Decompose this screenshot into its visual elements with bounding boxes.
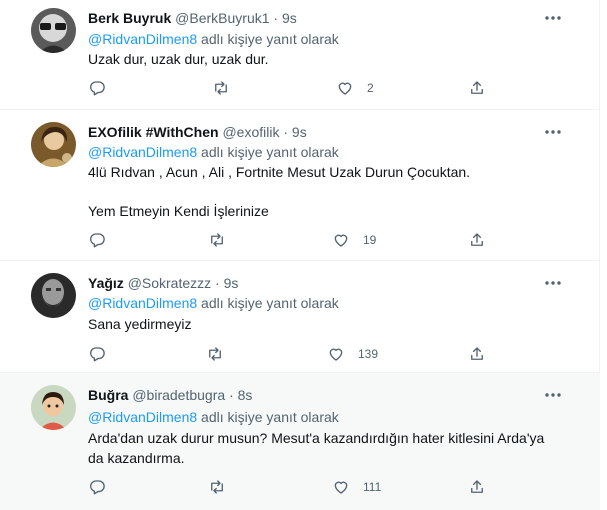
reply-button[interactable] (88, 230, 119, 250)
share-button[interactable] (468, 344, 486, 364)
reply-bubble-icon (90, 347, 105, 362)
reply-bubble-icon (90, 233, 105, 248)
tweet-text-line: da kazandırma. (88, 450, 185, 466)
share-upload-icon (471, 480, 483, 493)
retweet-button[interactable] (212, 78, 243, 98)
like-button[interactable]: 139 (327, 344, 378, 364)
like-count: 19 (363, 233, 377, 247)
share-button[interactable] (468, 78, 486, 98)
reply-context: @RidvanDilmen8 adlı kişiye yanıt olarak (88, 293, 339, 313)
like-count: 111 (363, 480, 382, 494)
avatar[interactable] (31, 8, 76, 53)
like-button[interactable]: 19 (332, 230, 376, 250)
tweet-berk-buyruk[interactable]: Berk Buyruk @BerkBuyruk1 · 9s @RidvanDil… (0, 0, 600, 110)
reply-button[interactable] (88, 477, 119, 497)
more-options-button[interactable] (543, 8, 563, 28)
timestamp[interactable]: 9s (282, 10, 297, 26)
reply-prefix: adlı kişiye yanıt olarak (201, 31, 339, 47)
more-horizontal-icon (545, 393, 561, 397)
mention-link[interactable]: @RidvanDilmen8 (88, 295, 197, 311)
share-upload-icon (471, 347, 483, 360)
retweet-icon (211, 233, 223, 247)
heart-icon (338, 82, 352, 95)
timestamp[interactable]: 9s (224, 275, 239, 291)
reply-bubble-icon (90, 480, 105, 495)
heart-icon (334, 234, 348, 247)
more-horizontal-icon (545, 130, 561, 134)
heart-icon (329, 348, 343, 361)
timestamp[interactable]: 8s (238, 387, 253, 403)
share-button[interactable] (468, 230, 486, 250)
author-name[interactable]: Buğra (88, 387, 128, 403)
tweet-text-line: Yem Etmeyin Kendi İşlerinize (88, 203, 269, 219)
avatar[interactable] (31, 385, 76, 430)
more-options-button[interactable] (543, 122, 563, 142)
retweet-button[interactable] (208, 230, 239, 250)
author-name[interactable]: Yağız (88, 275, 124, 291)
author-handle[interactable]: @exofilik (222, 124, 279, 140)
more-options-button[interactable] (543, 273, 563, 293)
like-button[interactable]: 111 (332, 477, 381, 497)
separator-dot: · (229, 387, 234, 403)
reply-context: @RidvanDilmen8 adlı kişiye yanıt olarak (88, 29, 339, 49)
author-handle[interactable]: @BerkBuyruk1 (175, 10, 269, 26)
retweet-button[interactable] (206, 344, 237, 364)
tweet-text-line: 4lü Rıdvan , Acun , Ali , Fortnite Mesut… (88, 164, 471, 180)
reply-button[interactable] (88, 344, 119, 364)
more-horizontal-icon (545, 281, 561, 285)
timestamp[interactable]: 9s (292, 124, 307, 140)
avatar[interactable] (31, 122, 76, 167)
tweet-header: Yağız @Sokratezzz · 9s (88, 273, 238, 293)
share-upload-icon (471, 233, 483, 246)
separator-dot: · (215, 275, 220, 291)
retweet-icon (211, 480, 223, 494)
tweet-header: Berk Buyruk @BerkBuyruk1 · 9s (88, 8, 297, 28)
tweet-bugra[interactable]: Buğra @biradetbugra · 8s @RidvanDilmen8 … (0, 373, 600, 510)
tweet-header: EXOfilik #WithChen @exofilik · 9s (88, 122, 307, 142)
like-count: 139 (358, 347, 379, 361)
author-handle[interactable]: @Sokratezzz (128, 275, 211, 291)
author-handle[interactable]: @biradetbugra (132, 387, 225, 403)
mention-link[interactable]: @RidvanDilmen8 (88, 409, 197, 425)
author-name[interactable]: EXOfilik #WithChen (88, 124, 219, 140)
heart-icon (334, 481, 348, 494)
reply-prefix: adlı kişiye yanıt olarak (201, 409, 339, 425)
tweet-text-line: Uzak dur, uzak dur, uzak dur. (88, 51, 269, 67)
retweet-button[interactable] (208, 477, 239, 497)
like-count: 2 (367, 81, 374, 95)
tweet-text-line: Arda'dan uzak durur musun? Mesut'a kazan… (88, 430, 545, 446)
retweet-icon (215, 81, 227, 95)
reply-button[interactable] (88, 78, 119, 98)
reply-prefix: adlı kişiye yanıt olarak (201, 144, 339, 160)
more-options-button[interactable] (543, 385, 563, 405)
separator-dot: · (273, 10, 279, 26)
separator-dot: · (283, 124, 289, 140)
tweet-exofilik[interactable]: EXOfilik #WithChen @exofilik · 9s @Ridva… (0, 110, 600, 261)
retweet-icon (209, 347, 221, 361)
tweet-yagiz[interactable]: Yağız @Sokratezzz · 9s @RidvanDilmen8 ad… (0, 261, 600, 373)
tweet-feed: Berk Buyruk @BerkBuyruk1 · 9s @RidvanDil… (0, 0, 600, 510)
like-button[interactable]: 2 (336, 78, 374, 98)
tweet-text-line: Sana yedirmeyiz (88, 316, 192, 332)
more-horizontal-icon (545, 16, 561, 20)
reply-bubble-icon (90, 81, 105, 96)
reply-context: @RidvanDilmen8 adlı kişiye yanıt olarak (88, 407, 339, 427)
author-name[interactable]: Berk Buyruk (88, 10, 171, 26)
mention-link[interactable]: @RidvanDilmen8 (88, 144, 197, 160)
reply-prefix: adlı kişiye yanıt olarak (201, 295, 339, 311)
share-button[interactable] (468, 477, 486, 497)
avatar[interactable] (31, 273, 76, 318)
tweet-header: Buğra @biradetbugra · 8s (88, 385, 252, 405)
reply-context: @RidvanDilmen8 adlı kişiye yanıt olarak (88, 142, 339, 162)
mention-link[interactable]: @RidvanDilmen8 (88, 31, 197, 47)
share-upload-icon (471, 81, 483, 94)
